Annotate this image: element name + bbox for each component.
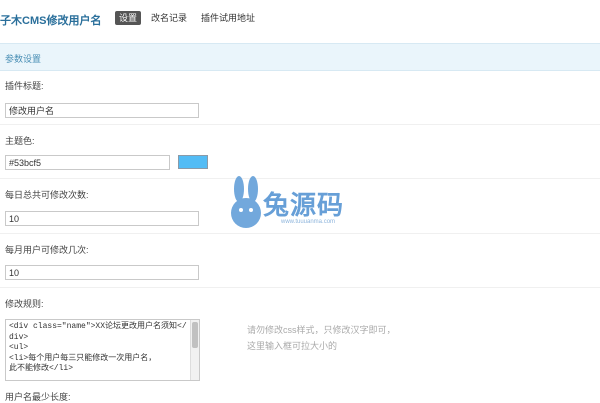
daily-limit-label: 每日总共可修改次数: [5,190,89,200]
rules-text[interactable]: <div class="name">XX论坛更改用户名须知</div> <ul>… [6,320,199,375]
scrollbar-thumb[interactable] [192,322,198,348]
app-title: 子木CMS修改用户名 [0,15,102,27]
daily-limit-input[interactable] [5,211,199,226]
watermark-logo: 兔源码 www.tuuuanma.com [227,175,377,235]
tab-settings[interactable]: 设置 [115,11,142,25]
tab-trial-address[interactable]: 插件试用地址 [201,11,255,25]
rules-label: 修改规则: [5,299,44,309]
plugin-title-input[interactable] [5,103,199,118]
section-header: 参数设置 [0,43,600,71]
theme-color-input[interactable] [5,155,170,170]
divider [0,124,600,125]
min-length-label: 用户名最少长度: [5,392,71,402]
textarea-scrollbar[interactable] [190,320,199,380]
tab-rename-log[interactable]: 改名记录 [151,11,187,25]
rabbit-icon [231,176,261,228]
color-swatch[interactable] [178,155,208,169]
rules-textarea[interactable]: <div class="name">XX论坛更改用户名须知</div> <ul>… [5,319,200,381]
top-bar: 子木CMS修改用户名 设置 改名记录 插件试用地址 [0,0,600,38]
plugin-title-label: 插件标题: [5,81,44,91]
section-title: 参数设置 [5,54,42,64]
watermark-url: www.tuuuanma.com [281,219,336,225]
theme-color-label: 主题色: [5,136,35,146]
watermark-text: 兔源码 [263,190,345,220]
monthly-limit-input[interactable] [5,265,199,280]
rules-hint: 请勿修改css样式，只修改汉字即可， 这里输入框可拉大小的 [247,325,396,351]
monthly-limit-label: 每月用户可修改几次: [5,245,89,255]
divider [0,287,600,288]
